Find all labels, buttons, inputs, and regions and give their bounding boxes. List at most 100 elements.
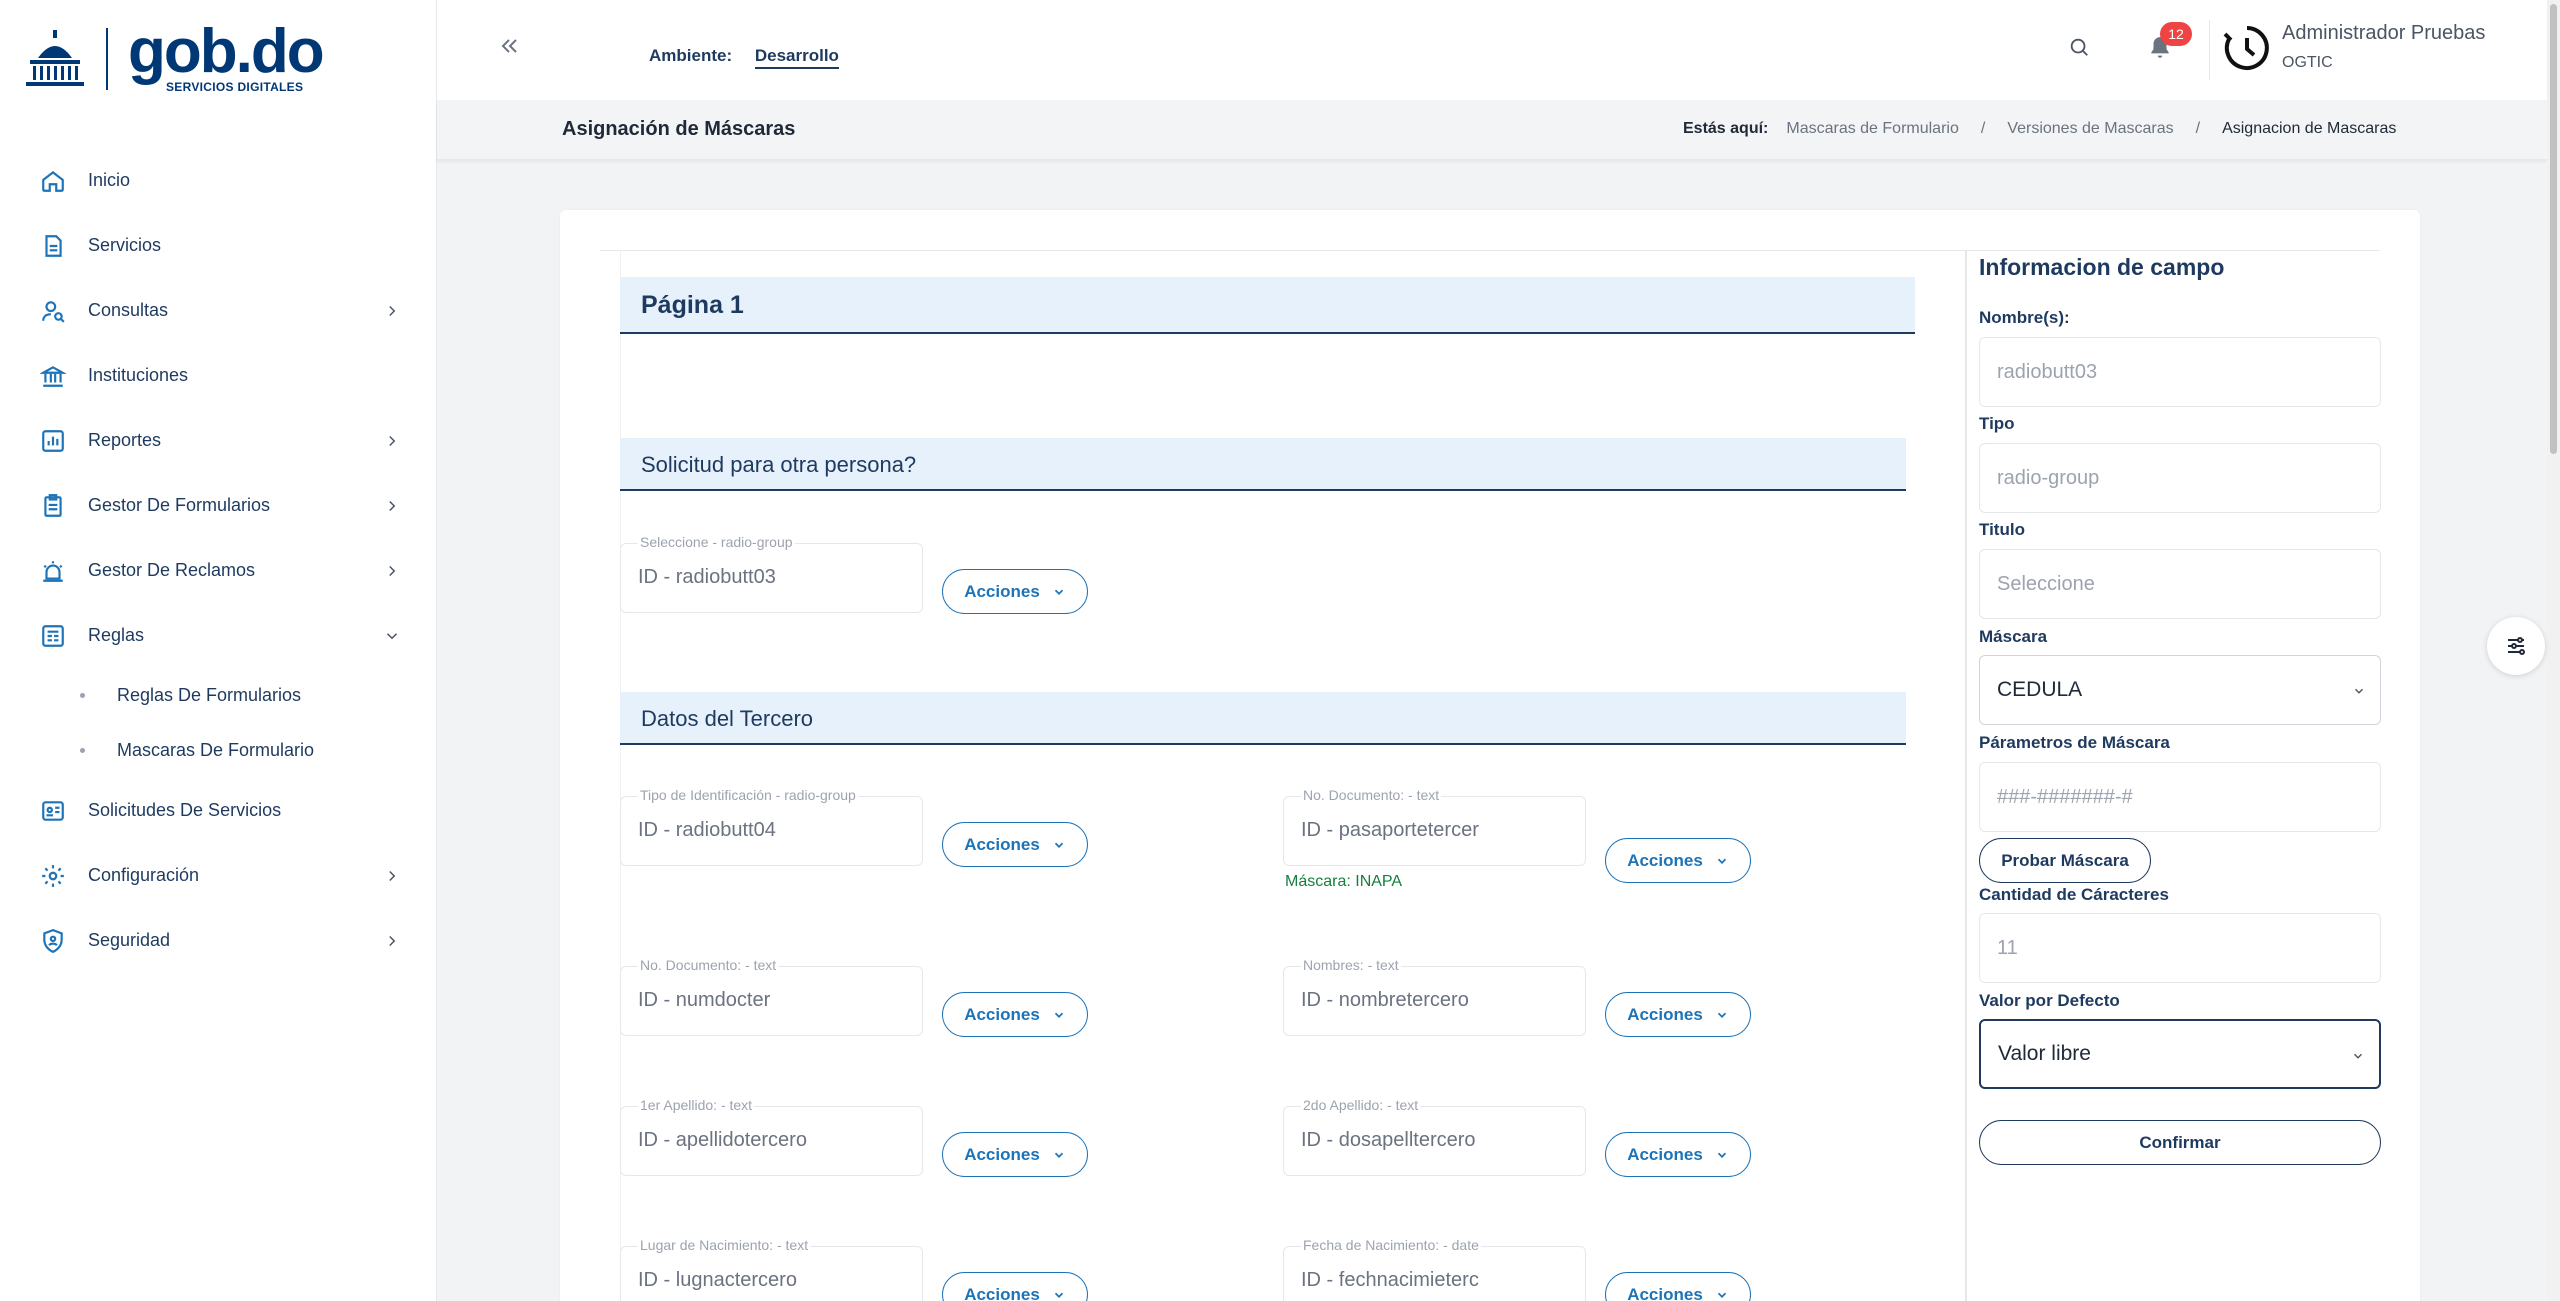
sidebar-item-reglas[interactable]: Reglas <box>0 603 437 668</box>
form-field-lugnactercero[interactable]: Lugar de Nacimiento: - text ID - lugnact… <box>620 1237 923 1301</box>
breadcrumb-link[interactable]: Versiones de Mascaras <box>2007 120 2173 138</box>
user-name[interactable]: Administrador Pruebas <box>2282 22 2485 45</box>
chevron-right-icon <box>389 565 396 576</box>
search-icon[interactable] <box>2068 36 2090 58</box>
document-icon <box>40 233 66 259</box>
titulo-label: Titulo <box>1979 520 2025 539</box>
field-label: No. Documento: - text <box>638 957 779 973</box>
field-label: 1er Apellido: - text <box>638 1097 755 1113</box>
sidebar-item-consultas[interactable]: Consultas <box>0 278 437 343</box>
sidebar-item-configuracion[interactable]: Configuración <box>0 843 437 908</box>
sidebar-item-label: Reglas <box>88 625 145 645</box>
sidebar-item-seguridad[interactable]: Seguridad <box>0 908 437 973</box>
chevron-down-icon <box>1717 1152 1726 1158</box>
form-field-apellidotercero[interactable]: 1er Apellido: - text ID - apellidotercer… <box>620 1097 923 1176</box>
user-avatar-icon[interactable] <box>2221 22 2273 74</box>
acciones-button[interactable]: Acciones <box>1605 992 1751 1037</box>
chevron-down-icon <box>1717 1292 1726 1298</box>
chevron-right-icon <box>389 935 396 946</box>
acciones-label: Acciones <box>964 1284 1040 1301</box>
acciones-button[interactable]: Acciones <box>1605 838 1751 883</box>
settings-float-button[interactable] <box>2487 617 2545 675</box>
acciones-label: Acciones <box>1627 1004 1703 1024</box>
section-header: Datos del Tercero <box>620 692 1906 745</box>
panel-divider <box>1965 250 1967 1301</box>
field-label: Nombres: - text <box>1301 957 1401 973</box>
acciones-label: Acciones <box>1627 1144 1703 1164</box>
sidebar-item-servicios[interactable]: Servicios <box>0 213 437 278</box>
sidebar-subitem-reglas-formularios[interactable]: Reglas De Formularios <box>0 668 437 723</box>
sidebar-subitem-label: Mascaras De Formulario <box>117 740 315 760</box>
form-field-radiobutt03[interactable]: Seleccione - radio-group ID - radiobutt0… <box>620 534 923 613</box>
page-scrollbar[interactable] <box>2547 0 2560 1301</box>
cantidad-input[interactable]: 11 <box>1979 913 2381 983</box>
acciones-button[interactable]: Acciones <box>1605 1132 1751 1177</box>
page-section-title: Página 1 <box>641 291 744 319</box>
form-field-numdocter[interactable]: No. Documento: - text ID - numdocter <box>620 957 923 1036</box>
nombre-input[interactable]: radiobutt03 <box>1979 337 2381 407</box>
sidebar-item-solicitudes[interactable]: Solicitudes De Servicios <box>0 778 437 843</box>
clipboard-icon <box>40 493 66 519</box>
breadcrumb: Estás aquí: Mascaras de Formulario / Ver… <box>1683 120 2396 138</box>
form-field-nombretercero[interactable]: Nombres: - text ID - nombretercero <box>1283 957 1586 1036</box>
chevron-down-icon <box>1054 842 1063 848</box>
sidebar: gob.do SERVICIOS DIGITALES Inicio Servic… <box>0 0 437 1301</box>
acciones-button[interactable]: Acciones <box>942 1132 1088 1177</box>
sidebar-item-inicio[interactable]: Inicio <box>0 148 437 213</box>
mascara-selected-value: CEDULA <box>1997 678 2083 701</box>
form-field-radiobutt04[interactable]: Tipo de Identificación - radio-group ID … <box>620 787 923 866</box>
sidebar-subitem-mascaras-formulario[interactable]: Mascaras De Formulario <box>0 723 437 778</box>
parametros-label: Párametros de Máscara <box>1979 733 2170 752</box>
sidebar-item-reportes[interactable]: Reportes <box>0 408 437 473</box>
chevron-right-icon <box>389 870 396 881</box>
acciones-label: Acciones <box>1627 1284 1703 1301</box>
sidebar-item-label: Gestor De Formularios <box>88 495 271 515</box>
parametros-input[interactable]: ###-#######-# <box>1979 762 2381 832</box>
rules-icon <box>40 623 66 649</box>
sidebar-item-label: Solicitudes De Servicios <box>88 800 282 820</box>
acciones-button[interactable]: Acciones <box>942 569 1088 614</box>
acciones-button[interactable]: Acciones <box>942 1272 1088 1301</box>
form-field-pasaportetercer[interactable]: No. Documento: - text ID - pasaporteterc… <box>1283 787 1586 866</box>
notification-badge[interactable]: 12 <box>2160 22 2192 46</box>
titulo-input[interactable]: Seleccione <box>1979 549 2381 619</box>
sidebar-item-label: Seguridad <box>88 930 171 950</box>
shield-icon <box>40 928 66 954</box>
field-label: Seleccione - radio-group <box>638 534 795 550</box>
field-value: ID - dosapelltercero <box>1301 1129 1476 1151</box>
alarm-icon <box>40 558 66 584</box>
acciones-button[interactable]: Acciones <box>942 992 1088 1037</box>
sidebar-item-instituciones[interactable]: Instituciones <box>0 343 437 408</box>
sidebar-item-gestor-formularios[interactable]: Gestor De Formularios <box>0 473 437 538</box>
mascara-select[interactable]: CEDULA <box>1979 655 2381 725</box>
valor-defecto-selected-value: Valor libre <box>1998 1042 2091 1065</box>
confirmar-button[interactable]: Confirmar <box>1979 1120 2381 1165</box>
gob-do-logo[interactable]: gob.do SERVICIOS DIGITALES <box>24 21 325 94</box>
acciones-label: Acciones <box>964 1004 1040 1024</box>
page-title: Asignación de Máscaras <box>562 118 796 140</box>
form-field-fechnacimieterc[interactable]: Fecha de Nacimiento: - date ID - fechnac… <box>1283 1237 1586 1301</box>
breadcrumb-link[interactable]: Mascaras de Formulario <box>1786 120 1959 138</box>
collapse-sidebar-icon[interactable] <box>497 34 521 58</box>
valor-defecto-select[interactable]: Valor libre <box>1979 1019 2381 1089</box>
chart-icon <box>40 428 66 454</box>
environment-value[interactable]: Desarrollo <box>754 46 839 69</box>
acciones-button[interactable]: Acciones <box>942 822 1088 867</box>
field-label: Fecha de Nacimiento: - date <box>1301 1237 1481 1253</box>
section-header: Solicitud para otra persona? <box>620 438 1906 491</box>
chevron-right-icon <box>389 435 396 446</box>
form-field-dosapelltercero[interactable]: 2do Apellido: - text ID - dosapelltercer… <box>1283 1097 1586 1176</box>
sliders-icon <box>2508 637 2525 655</box>
scrollbar-thumb[interactable] <box>2550 4 2557 454</box>
field-label: 2do Apellido: - text <box>1301 1097 1421 1113</box>
sidebar-item-label: Inicio <box>88 170 131 190</box>
tipo-input[interactable]: radio-group <box>1979 443 2381 513</box>
acciones-button[interactable]: Acciones <box>1605 1272 1751 1301</box>
breadcrumb-separator: / <box>1980 120 1986 137</box>
nombre-label: Nombre(s): <box>1979 308 2070 327</box>
probar-mascara-button[interactable]: Probar Máscara <box>1979 838 2151 883</box>
sidebar-item-gestor-reclamos[interactable]: Gestor De Reclamos <box>0 538 437 603</box>
chevron-down-icon <box>386 632 398 639</box>
tipo-label: Tipo <box>1979 414 2015 433</box>
mask-note: Máscara: INAPA <box>1285 873 1403 890</box>
